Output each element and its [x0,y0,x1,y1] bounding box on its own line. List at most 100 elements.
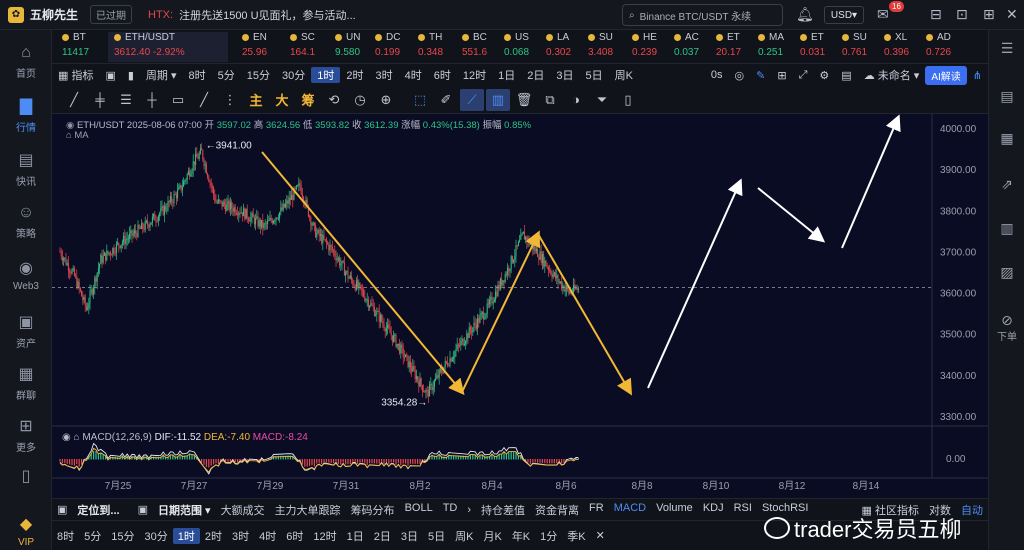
camera-icon[interactable]: ◎ [729,69,751,82]
maximize-icon[interactable]: ⊡ [956,6,968,23]
doc-icon[interactable]: ▤ [989,88,1024,105]
indicator-资金背离[interactable]: 资金背离 [530,502,584,518]
ticker-item[interactable]: ETH/USDT 3612.40 -2.92% [108,32,228,62]
period-button[interactable]: 周期 ▾ [140,67,183,83]
chip-tool[interactable]: 筹 [296,89,320,111]
ai-interpret-button[interactable]: AI解读 [925,65,967,85]
delete-icon[interactable]: 🗑︎ [512,89,536,111]
interval-筹码分布[interactable]: 筹码分布 [346,502,400,518]
depth-icon[interactable]: ▥ [989,220,1024,237]
interval-30分[interactable]: 30分 [276,67,311,83]
interval-1分[interactable]: 1分 [535,528,562,544]
compare-icon[interactable]: ⊞ [771,69,792,82]
order-icon[interactable]: ⊘ [989,312,1024,329]
interval-季K[interactable]: 季K [562,528,590,544]
bell-icon[interactable]: ⌂ [74,432,80,443]
rect-tool-icon[interactable]: ▭ [166,89,190,111]
interval-周K[interactable]: 周K [450,528,478,544]
interval-4时[interactable]: 4时 [254,528,281,544]
hline-tool-icon[interactable]: ╪ [88,89,112,111]
main-force-tool[interactable]: 主 [244,89,268,111]
share-icon[interactable]: ⋔ [967,69,988,82]
interval-12时[interactable]: 12时 [457,67,492,83]
expired-badge[interactable]: 已过期 [90,5,133,24]
ticker-item[interactable]: BC 551.6 [462,32,487,58]
ticker-item[interactable]: EN 25.96 [242,32,267,58]
interval-3日[interactable]: 3日 [396,528,423,544]
ticker-item[interactable]: SU 0.761 [842,32,867,58]
order-label[interactable]: 下单 [989,328,1024,343]
interval-5分[interactable]: 5分 [212,67,241,83]
indicator-rsi[interactable]: RSI [729,502,757,518]
interval-BOLL[interactable]: BOLL [400,502,438,518]
nav-market[interactable]: ▇ 行情 [0,96,52,134]
ticker-item[interactable]: HE 0.239 [632,32,657,58]
interval-5分[interactable]: 5分 [79,528,106,544]
nav-phone[interactable]: ▯ [0,466,52,489]
price-chart[interactable]: ◉ ETH/USDT 2025-08-06 07:00 开 3597.02 高 … [52,114,988,498]
close-icon[interactable]: ✕ [591,529,610,542]
ruler-icon[interactable]: ✐ [434,89,458,111]
interval-8时[interactable]: 8时 [52,528,79,544]
ticker-item[interactable]: ET 0.031 [800,32,825,58]
trendline-active-icon[interactable]: ⟋ [460,88,484,111]
nav-home[interactable]: ⌂ 首页 [0,44,52,80]
nav-vip[interactable]: ◆ VIP [0,514,52,548]
locate-button[interactable]: 定位到... [72,502,124,518]
fullscreen-icon[interactable]: ⤢ [793,69,814,82]
calc-icon[interactable]: ▦ [989,130,1024,147]
close-icon[interactable]: ✕ [1006,6,1018,23]
interval-1日[interactable]: 1日 [342,528,369,544]
layers-icon[interactable]: ▨ [989,264,1024,281]
indicator-fr[interactable]: FR [584,502,609,518]
settings-icon[interactable]: ⚙ [813,69,835,82]
ticker-item[interactable]: XL 0.396 [884,32,909,58]
interval-30分[interactable]: 30分 [140,528,173,544]
interval-大额成交[interactable]: 大额成交 [216,502,270,518]
select-tool-icon[interactable]: ⬚ [408,89,432,111]
bars-active-icon[interactable]: ▥ [486,88,510,111]
gauge-icon[interactable]: ◑ [564,89,588,111]
channel-tool-icon[interactable]: ☰ [114,89,138,111]
clip-icon[interactable]: ⧉ [538,89,562,111]
interval-主力大单跟踪[interactable]: 主力大单跟踪 [270,502,346,518]
calendar-icon[interactable]: ▣ [52,503,72,516]
interval-2日[interactable]: 2日 [521,67,550,83]
brush-tool-icon[interactable]: ╱ [192,89,216,111]
filter-icon[interactable]: ⏷ [590,89,614,111]
ticker-item[interactable]: TH 0.348 [418,32,443,58]
list-icon[interactable]: ☰ [989,40,1024,57]
magnet-icon[interactable]: ⊕ [374,89,398,111]
indicator-macd[interactable]: MACD [609,502,651,518]
nav-assets[interactable]: ▣ 资产 [0,312,52,350]
interval-周K[interactable]: 周K [609,67,639,83]
ticker-item[interactable]: DC 0.199 [375,32,400,58]
interval-2日[interactable]: 2日 [369,528,396,544]
more-tools-icon[interactable]: ⋮ [218,89,242,111]
layout-icon[interactable]: ▤ [835,69,857,82]
nav-strategy[interactable]: ☺ 策略 [0,204,52,240]
interval-月K[interactable]: 月K [478,528,506,544]
trash-icon[interactable]: ▯ [616,89,640,111]
interval-15分[interactable]: 15分 [241,67,276,83]
nav-chat[interactable]: ▦ 群聊 [0,364,52,402]
interval-5日[interactable]: 5日 [580,67,609,83]
interval-3日[interactable]: 3日 [550,67,579,83]
news-prefix[interactable]: HTX: [148,9,173,21]
interval-2时[interactable]: 2时 [200,528,227,544]
pen-icon[interactable]: ✎ [750,69,771,82]
ticker-item[interactable]: AC 0.037 [674,32,699,58]
minimize-icon[interactable]: ⊟ [930,6,942,23]
interval-1时[interactable]: 1时 [172,527,200,544]
ticker-item[interactable]: MA 0.251 [758,32,784,58]
news-ticker[interactable]: 注册先送1500 U见面礼，参与活动... [179,7,356,23]
ticker-item[interactable]: SC 164.1 [290,32,315,58]
interval-6时[interactable]: 6时 [428,67,457,83]
layout-select[interactable]: ☁ 未命名 ▾ [858,67,926,83]
restore-icon[interactable]: ⊞ [983,6,995,23]
search-box[interactable]: ⌕ Binance BTC/USDT 永续 [622,4,783,26]
interval-8时[interactable]: 8时 [183,67,212,83]
nav-more[interactable]: ⊞ 更多 [0,416,52,454]
date-range-select[interactable]: 日期范围 ▾ [153,502,216,518]
ticker-item[interactable]: ET 20.17 [716,32,741,58]
